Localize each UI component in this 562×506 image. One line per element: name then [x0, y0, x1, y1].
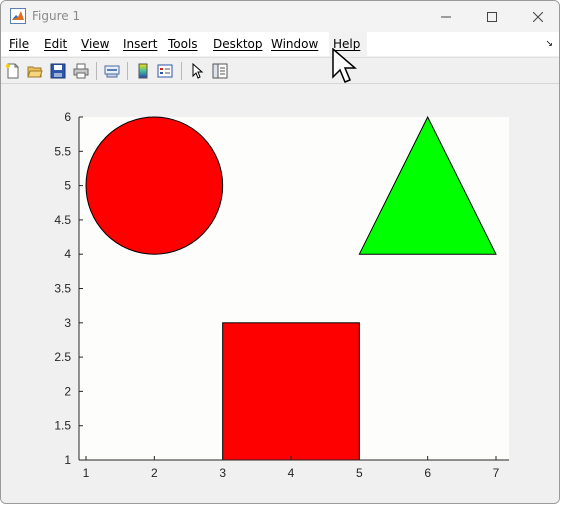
minimize-icon [441, 16, 451, 17]
red-circle-shape [85, 116, 224, 255]
minimize-button[interactable] [423, 1, 469, 32]
axes-plot[interactable]: 1 2 3 4 5 6 7 1 1.5 2 2.5 3 3.5 4 4.5 5 5.5 6 [1, 85, 560, 504]
insert-colorbar-icon [138, 63, 148, 79]
close-button[interactable] [515, 1, 559, 32]
y-tick-label: 2.5 [54, 350, 71, 364]
y-tick-label: 5 [64, 179, 71, 193]
x-tick-label: 7 [493, 466, 500, 480]
edit-plot-arrow-icon [192, 63, 204, 79]
matlab-logo-icon [10, 8, 26, 24]
title-bar[interactable]: Figure 1 [1, 1, 559, 32]
open-file-icon [27, 66, 43, 78]
menu-file[interactable]: File [9, 37, 29, 51]
property-inspector-button[interactable] [211, 62, 229, 80]
window-title: Figure 1 [32, 9, 81, 23]
menu-insert[interactable]: Insert [123, 37, 157, 51]
y-tick-label: 5.5 [54, 144, 71, 158]
figure-window: Figure 1 File Edit View Insert Tools Des… [0, 0, 560, 504]
x-tick-label: 2 [151, 466, 158, 480]
link-plot-icon [104, 65, 120, 78]
y-tick-label: 1 [64, 453, 71, 467]
save-icon [50, 63, 66, 79]
print-button[interactable] [72, 62, 90, 80]
print-icon [73, 63, 89, 79]
y-tick-label: 6 [64, 110, 71, 124]
toolbar-separator [127, 62, 128, 80]
insert-legend-icon [157, 64, 173, 78]
menu-bar: File Edit View Insert Tools Desktop Wind… [1, 32, 559, 56]
dock-arrow-icon[interactable]: ↘ [545, 39, 553, 49]
edit-plot-button[interactable] [188, 62, 206, 80]
toolbar-separator [96, 62, 97, 80]
x-tick-label: 3 [219, 466, 226, 480]
figure-canvas[interactable]: 1 2 3 4 5 6 7 1 1.5 2 2.5 3 3.5 4 4.5 5 5.5 6 [1, 85, 560, 504]
y-tick-label: 1.5 [54, 419, 71, 433]
menu-desktop[interactable]: Desktop [213, 37, 263, 51]
insert-legend-button[interactable] [156, 62, 174, 80]
toolbar-separator [181, 62, 182, 80]
open-file-button[interactable] [26, 62, 44, 80]
figure-toolbar [1, 57, 559, 84]
menu-view[interactable]: View [81, 37, 109, 51]
x-tick-label: 1 [83, 466, 90, 480]
maximize-icon [487, 11, 497, 22]
new-figure-button[interactable] [4, 62, 22, 80]
close-icon [533, 11, 543, 22]
mouse-pointer-icon [332, 48, 358, 83]
link-plot-button[interactable] [103, 62, 121, 80]
save-button[interactable] [49, 62, 67, 80]
y-tick-label: 4 [64, 247, 71, 261]
menu-window[interactable]: Window [271, 37, 318, 51]
menu-tools[interactable]: Tools [168, 37, 198, 51]
y-tick-label: 4.5 [54, 213, 71, 227]
y-tick-label: 3 [64, 316, 71, 330]
property-inspector-icon [212, 63, 228, 79]
red-rectangle-shape [222, 322, 360, 461]
new-figure-icon [6, 63, 19, 79]
maximize-button[interactable] [469, 1, 515, 32]
menu-edit[interactable]: Edit [44, 37, 67, 51]
insert-colorbar-button[interactable] [134, 62, 152, 80]
y-tick-label: 2 [64, 384, 71, 398]
x-tick-label: 6 [424, 466, 431, 480]
x-tick-label: 5 [356, 466, 363, 480]
x-tick-label: 4 [288, 466, 295, 480]
y-tick-label: 3.5 [54, 282, 71, 296]
